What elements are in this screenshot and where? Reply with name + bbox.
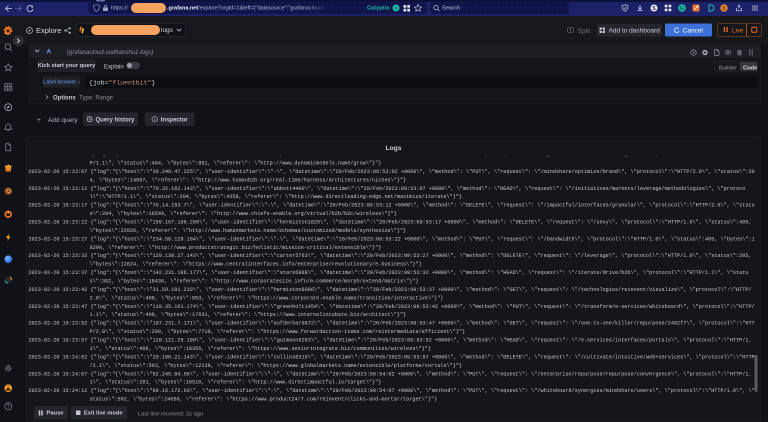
svg-text:?: ? bbox=[7, 404, 10, 410]
svg-text:G: G bbox=[680, 6, 684, 12]
svg-text:B: B bbox=[722, 6, 726, 12]
